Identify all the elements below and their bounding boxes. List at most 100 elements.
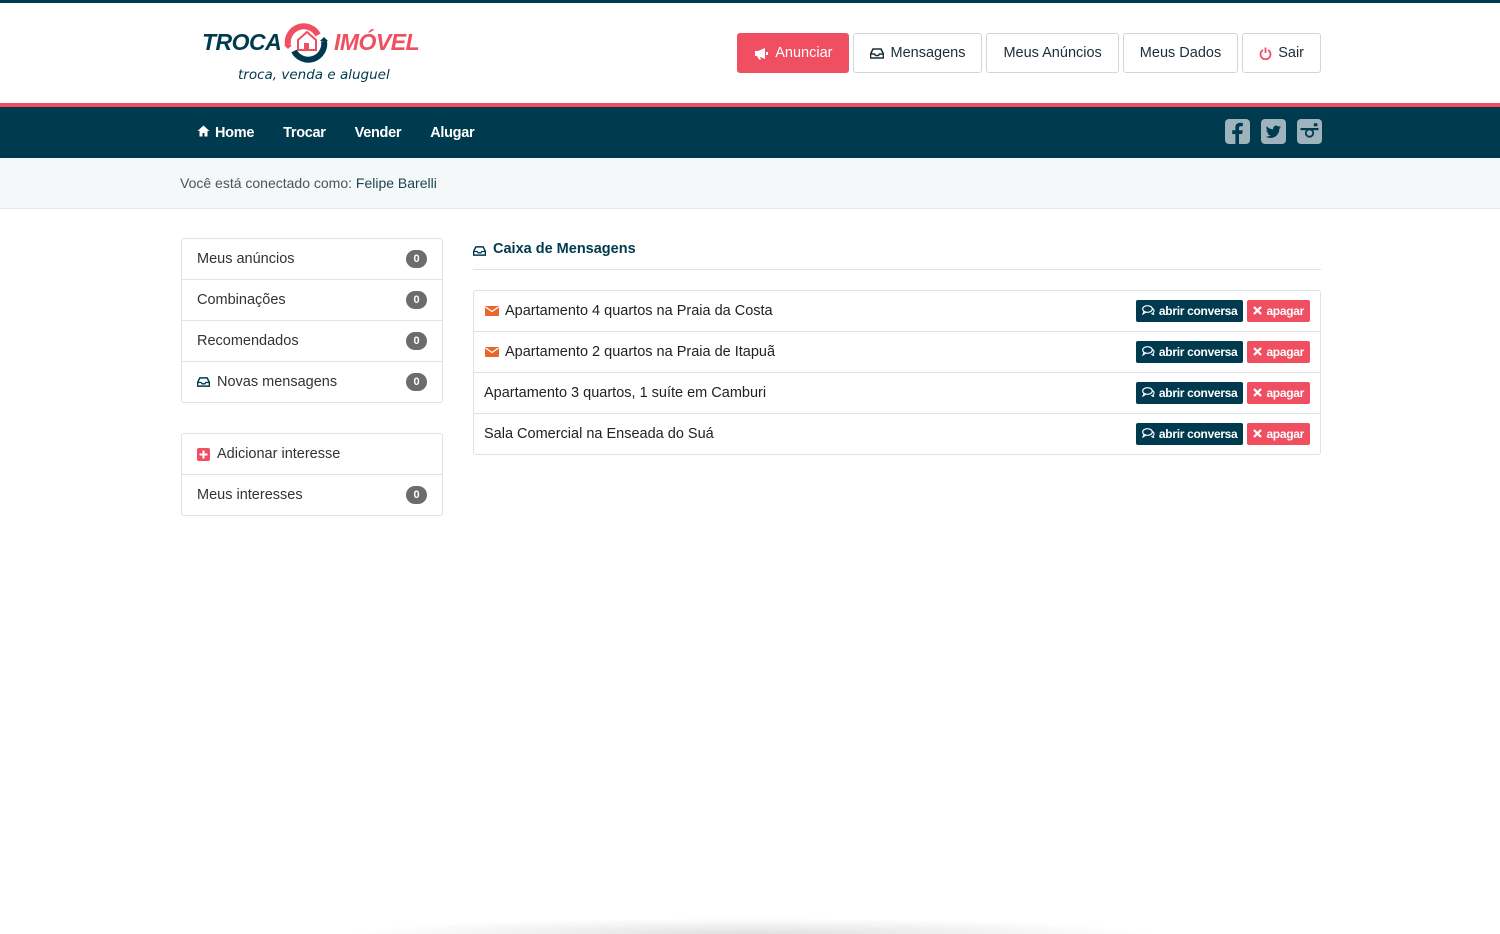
sair-label: Sair — [1278, 45, 1304, 61]
anunciar-label: Anunciar — [775, 45, 833, 61]
power-icon — [1259, 47, 1272, 60]
sair-button[interactable]: Sair — [1242, 33, 1321, 73]
inbox-heading: Caixa de Mensagens — [472, 238, 1321, 270]
nav-vender[interactable]: Vender — [355, 125, 402, 141]
nav-trocar[interactable]: Trocar — [283, 125, 326, 141]
message-subject: Sala Comercial na Enseada do Suá — [484, 426, 714, 442]
comments-icon — [1141, 345, 1155, 359]
message-subject: Apartamento 4 quartos na Praia da Costa — [505, 303, 773, 319]
count-badge: 0 — [406, 250, 427, 268]
sidebar-item-label: Combinações — [197, 292, 286, 308]
delete-message-button[interactable]: apagar — [1247, 300, 1310, 322]
inbox-icon — [197, 377, 210, 387]
nav-links: Home Trocar Vender Alugar — [197, 107, 503, 158]
open-conversation-button[interactable]: abrir conversa — [1135, 300, 1244, 322]
main-navigation: Home Trocar Vender Alugar — [0, 107, 1500, 158]
sidebar-item-meus-interesses[interactable]: Meus interesses 0 — [182, 475, 442, 515]
inbox-icon — [870, 47, 885, 59]
envelope-icon — [485, 347, 499, 357]
delete-label: apagar — [1266, 304, 1304, 318]
facebook-icon[interactable] — [1225, 119, 1250, 144]
message-row[interactable]: Apartamento 2 quartos na Praia de Itapuã… — [474, 332, 1320, 373]
sidebar-item-novas-mensagens[interactable]: Novas mensagens 0 — [182, 362, 442, 402]
open-conversation-button[interactable]: abrir conversa — [1135, 341, 1244, 363]
delete-label: apagar — [1266, 345, 1304, 359]
message-list: Apartamento 4 quartos na Praia da Costa … — [473, 290, 1321, 455]
close-icon — [1253, 427, 1263, 441]
megaphone-icon — [754, 47, 769, 60]
session-prefix: Você está conectado como: — [180, 175, 352, 191]
session-info: Você está conectado como: Felipe Barelli — [180, 175, 437, 191]
message-actions: abrir conversa apagar — [1135, 341, 1310, 363]
nav-home-label: Home — [215, 124, 255, 141]
sidebar-item-adicionar-interesse[interactable]: Adicionar interesse — [182, 434, 442, 475]
message-actions: abrir conversa apagar — [1135, 382, 1310, 404]
message-row[interactable]: Apartamento 4 quartos na Praia da Costa … — [474, 291, 1320, 332]
comments-icon — [1141, 427, 1155, 441]
delete-message-button[interactable]: apagar — [1247, 423, 1310, 445]
open-conversation-button[interactable]: abrir conversa — [1135, 423, 1244, 445]
nav-alugar[interactable]: Alugar — [430, 125, 474, 141]
sidebar-menu-primary: Meus anúncios 0 Combinações 0 Recomendad… — [181, 238, 443, 403]
count-badge: 0 — [406, 291, 427, 309]
home-icon — [197, 125, 210, 141]
logo-house-arrows-icon — [280, 23, 332, 66]
site-header: TROCA IMÓVEL troca, venda e aluguel Anun… — [0, 3, 1500, 103]
logo-word-troca: TROCA — [202, 29, 282, 55]
message-actions: abrir conversa apagar — [1135, 423, 1310, 445]
delete-message-button[interactable]: apagar — [1247, 382, 1310, 404]
sidebar-item-label: Adicionar interesse — [217, 446, 341, 462]
close-icon — [1253, 304, 1263, 318]
nav-trocar-label: Trocar — [283, 124, 326, 141]
inbox-title: Caixa de Mensagens — [493, 241, 636, 257]
anunciar-button[interactable]: Anunciar — [737, 33, 850, 73]
mensagens-label: Mensagens — [890, 45, 966, 61]
sidebar-item-recomendados[interactable]: Recomendados 0 — [182, 321, 442, 362]
close-icon — [1253, 345, 1263, 359]
logo-tagline: troca, venda e aluguel — [238, 67, 390, 83]
inbox-icon — [472, 241, 487, 259]
twitter-icon[interactable] — [1261, 119, 1286, 144]
meus-anuncios-label: Meus Anúncios — [1003, 45, 1102, 61]
meus-dados-button[interactable]: Meus Dados — [1122, 33, 1239, 73]
instagram-icon[interactable] — [1297, 119, 1322, 144]
sidebar: Meus anúncios 0 Combinações 0 Recomendad… — [181, 238, 443, 516]
social-links — [1225, 119, 1322, 144]
count-badge: 0 — [406, 332, 427, 350]
comments-icon — [1141, 386, 1155, 400]
delete-message-button[interactable]: apagar — [1247, 341, 1310, 363]
sidebar-item-label: Recomendados — [197, 333, 299, 349]
sidebar-item-label: Meus anúncios — [197, 251, 295, 267]
open-conversation-label: abrir conversa — [1158, 427, 1238, 441]
troca-imovel-logo[interactable]: TROCA IMÓVEL troca, venda e aluguel — [200, 21, 420, 89]
comments-icon — [1141, 304, 1155, 318]
close-icon — [1253, 386, 1263, 400]
open-conversation-label: abrir conversa — [1158, 304, 1238, 318]
count-badge: 0 — [406, 486, 427, 504]
sidebar-item-label: Novas mensagens — [217, 374, 338, 390]
logo-word-imovel: IMÓVEL — [334, 29, 420, 55]
delete-label: apagar — [1266, 386, 1304, 400]
session-username: Felipe Barelli — [355, 175, 437, 191]
plus-square-icon — [197, 447, 210, 461]
open-conversation-label: abrir conversa — [1158, 345, 1238, 359]
header-actions: Anunciar Mensagens Meus Anúncios Meus Da… — [737, 33, 1321, 73]
sidebar-item-combinacoes[interactable]: Combinações 0 — [182, 280, 442, 321]
open-conversation-button[interactable]: abrir conversa — [1135, 382, 1244, 404]
message-subject: Apartamento 2 quartos na Praia de Itapuã — [505, 344, 776, 360]
nav-home[interactable]: Home — [197, 125, 254, 141]
mensagens-button[interactable]: Mensagens — [853, 33, 983, 73]
delete-label: apagar — [1266, 427, 1304, 441]
count-badge: 0 — [406, 373, 427, 391]
message-row[interactable]: Apartamento 3 quartos, 1 suíte em Cambur… — [474, 373, 1320, 414]
message-row[interactable]: Sala Comercial na Enseada do Suá abrir c… — [474, 414, 1320, 454]
sidebar-menu-interests: Adicionar interesse Meus interesses 0 — [181, 433, 443, 516]
meus-dados-label: Meus Dados — [1139, 45, 1222, 61]
meus-anuncios-button[interactable]: Meus Anúncios — [986, 33, 1119, 73]
sidebar-item-meus-anuncios[interactable]: Meus anúncios 0 — [182, 239, 442, 280]
footer-shadow — [340, 918, 1160, 934]
sidebar-item-label: Meus interesses — [197, 487, 303, 503]
inbox-panel: Caixa de Mensagens Apartamento 4 quartos… — [472, 238, 1321, 455]
open-conversation-label: abrir conversa — [1158, 386, 1238, 400]
session-bar: Você está conectado como: Felipe Barelli — [0, 158, 1500, 209]
